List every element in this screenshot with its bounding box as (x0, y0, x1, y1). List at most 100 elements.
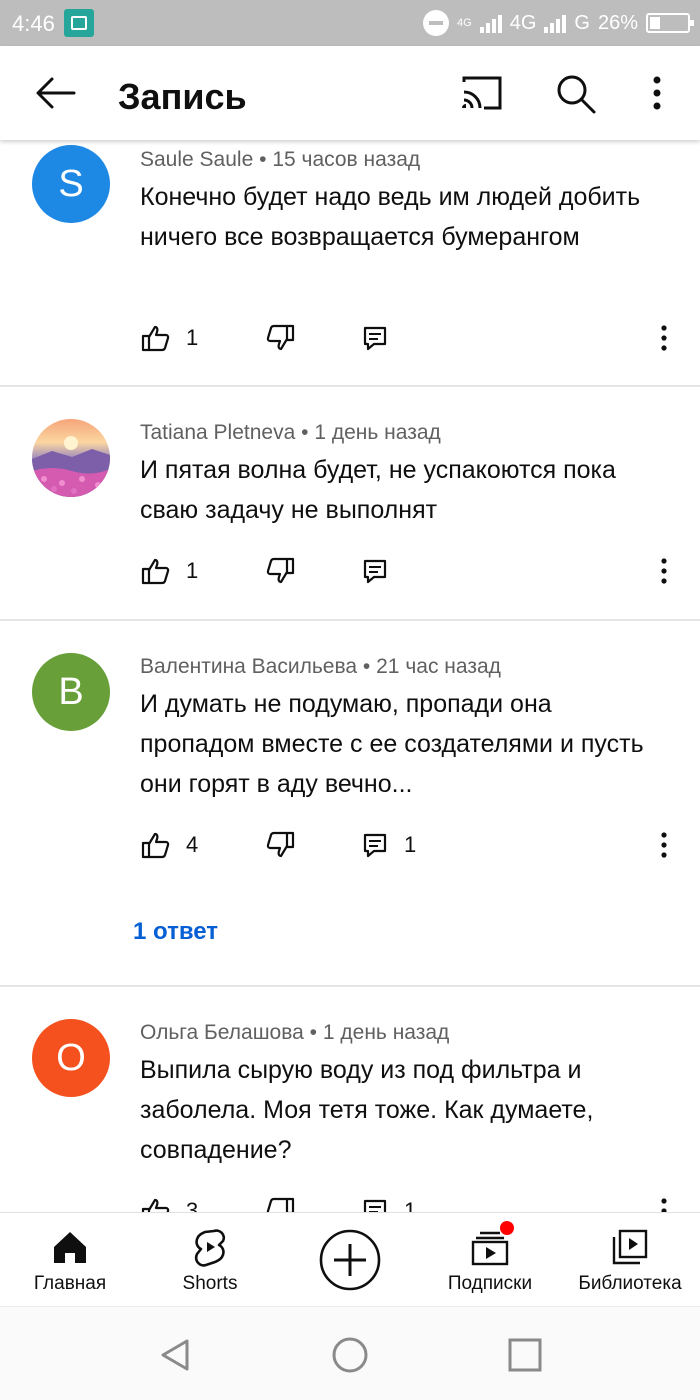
comment-meta: Tatiana Pletneva • 1 день назад (140, 421, 441, 445)
comment-author[interactable]: Saule Saule (140, 148, 253, 171)
comment-text: Конечно будет надо ведь им людей добить … (140, 183, 641, 251)
system-home-icon[interactable] (330, 1335, 370, 1375)
dislike-button[interactable] (266, 1193, 296, 1212)
like-count: 4 (186, 832, 199, 857)
avatar[interactable]: В (32, 653, 110, 731)
network-small-label: 4G (457, 17, 472, 29)
like-count: 3 (186, 1198, 199, 1212)
nav-subscriptions-label: Подписки (447, 1273, 533, 1294)
comment-meta: Saule Saule • 15 часов назад (140, 148, 420, 172)
like-button[interactable]: 4 (140, 827, 198, 863)
comment-more-button[interactable] (654, 555, 674, 587)
battery-icon (646, 13, 694, 33)
notification-dot (500, 1221, 514, 1235)
reply-button[interactable]: 1 (362, 827, 416, 863)
nav-home[interactable]: Главная (0, 1213, 140, 1307)
comment-text: Выпила сырую воду из под фильтра и забол… (140, 1056, 594, 1164)
dislike-button[interactable] (266, 553, 296, 589)
nav-shorts[interactable]: Shorts (140, 1213, 280, 1307)
like-button[interactable]: 1 (140, 320, 198, 356)
more-vertical-icon (661, 325, 667, 351)
thumbs-up-icon (141, 832, 170, 859)
more-vertical-icon (661, 832, 667, 858)
comment-icon (363, 326, 387, 351)
nav-library-label: Библиотека (578, 1273, 682, 1294)
like-button[interactable]: 1 (140, 553, 198, 589)
reply-count: 1 (404, 1198, 417, 1212)
divider (0, 985, 700, 987)
meta-separator: • (309, 1021, 318, 1044)
home-icon (54, 1232, 86, 1263)
thumbs-down-icon (266, 831, 295, 858)
comment-time: 1 день назад (314, 421, 441, 444)
cast-button[interactable] (458, 70, 506, 116)
page-title: Запись (118, 76, 247, 117)
create-button[interactable] (280, 1213, 420, 1307)
more-vertical-icon (661, 1198, 667, 1212)
dislike-button[interactable] (266, 827, 296, 863)
comment-meta: Ольга Белашова • 1 день назад (140, 1021, 449, 1045)
comment-time: 1 день назад (322, 1021, 450, 1044)
network-type-1: 4G (509, 11, 537, 34)
reply-button[interactable] (362, 320, 404, 356)
bottom-navigation: Главная Shorts Подписки Библиотека (0, 1212, 700, 1306)
status-time: 4:46 (12, 11, 55, 36)
comment-time: 21 час назад (376, 655, 501, 678)
flower-field-image-icon (32, 436, 110, 497)
comment-author[interactable]: Tatiana Pletneva (140, 421, 295, 444)
divider (0, 385, 700, 387)
reply-count: 1 (404, 832, 417, 857)
search-button[interactable] (552, 70, 600, 116)
thumbs-up-icon (141, 325, 170, 352)
divider (0, 619, 700, 621)
nav-subscriptions[interactable]: Подписки (420, 1213, 560, 1307)
cast-icon (462, 76, 502, 110)
comment-author[interactable]: Валентина Васильева (140, 655, 357, 678)
thumbs-up-icon (141, 558, 170, 585)
like-button[interactable]: 3 (140, 1193, 198, 1212)
more-options-button[interactable] (640, 70, 674, 116)
more-vertical-icon (653, 76, 661, 110)
thumbs-up-icon (141, 1198, 170, 1212)
reply-button[interactable] (362, 553, 404, 589)
thumbs-down-icon (266, 324, 295, 351)
library-icon (612, 1229, 648, 1265)
system-back-icon[interactable] (155, 1335, 195, 1375)
comment-actions: 1 (140, 553, 680, 589)
nav-shorts-label: Shorts (182, 1273, 238, 1294)
back-arrow-icon (36, 77, 76, 109)
avatar[interactable]: S (32, 145, 110, 223)
back-button[interactable] (30, 70, 80, 116)
comment-time: 15 часов назад (272, 148, 421, 171)
app-header: Запись (0, 46, 700, 140)
view-replies-link[interactable]: 1 ответ (133, 918, 218, 946)
like-count: 1 (186, 558, 199, 583)
comment-icon (363, 1199, 387, 1212)
shorts-icon (194, 1229, 226, 1267)
comment-meta: Валентина Васильева • 21 час назад (140, 655, 501, 679)
reply-button[interactable]: 1 (362, 1193, 416, 1212)
avatar-letter: S (58, 162, 84, 205)
nav-library[interactable]: Библиотека (560, 1213, 700, 1307)
comment-more-button[interactable] (654, 1195, 674, 1212)
like-count: 1 (186, 325, 199, 350)
signal-icon-2 (544, 13, 567, 33)
status-bar: 4:46 4G 4G G 26% (0, 0, 700, 46)
avatar[interactable]: О (32, 1019, 110, 1097)
comments-list: S Saule Saule • 15 часов назад Конечно б… (0, 140, 700, 1212)
comment-text: И думать не подумаю, пропади она пропадо… (140, 690, 644, 798)
comment-more-button[interactable] (654, 829, 674, 861)
dislike-button[interactable] (266, 320, 296, 356)
comment-text: И пятая волна будет, не успакоются пока … (140, 456, 616, 524)
system-recents-icon[interactable] (505, 1335, 545, 1375)
comment-actions: 4 1 (140, 827, 680, 863)
comment-more-button[interactable] (654, 322, 674, 354)
avatar-letter: В (58, 670, 84, 713)
meta-separator: • (259, 148, 267, 171)
meta-separator: • (301, 421, 309, 444)
comment-author[interactable]: Ольга Белашова (140, 1021, 304, 1044)
avatar[interactable] (32, 419, 110, 497)
more-vertical-icon (661, 558, 667, 584)
do-not-disturb-icon (423, 10, 450, 36)
comment-actions: 1 (140, 320, 680, 356)
